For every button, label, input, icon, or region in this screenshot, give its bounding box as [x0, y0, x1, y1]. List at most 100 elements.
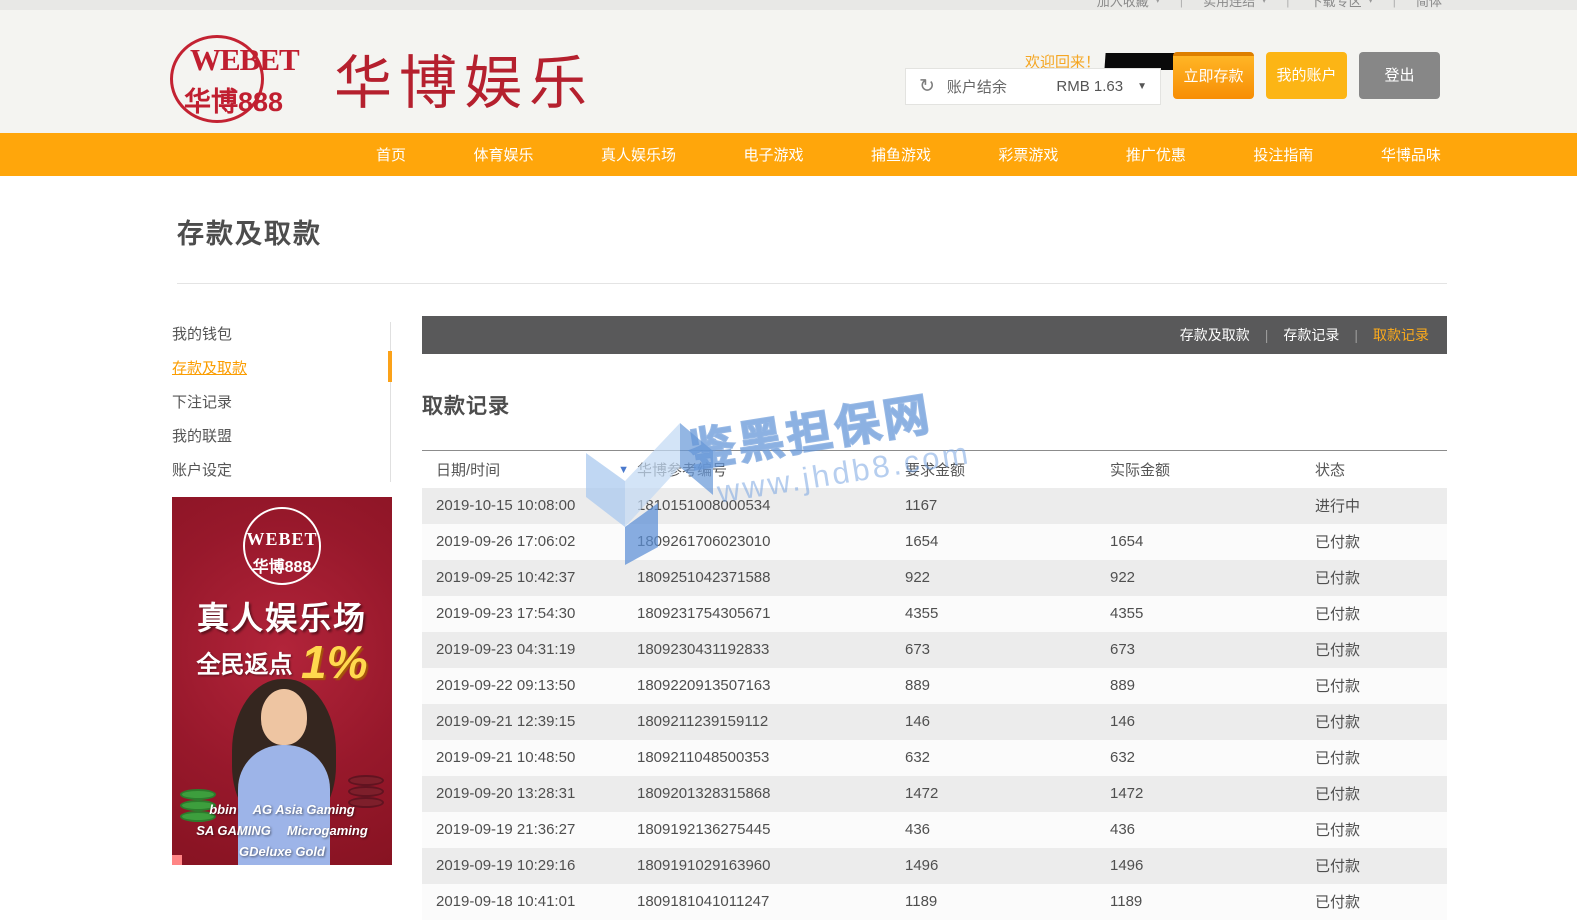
tab-2[interactable]: 存款记录 — [1283, 325, 1339, 345]
logo-brand-text: WEBET — [190, 42, 308, 78]
banner-brand-sub: 华博888 — [172, 553, 392, 577]
table-row: 2019-09-22 09:13:50180922091350716388988… — [422, 668, 1447, 704]
cell-actual-amount: 4355 — [1110, 596, 1315, 632]
cell-status: 已付款 — [1315, 560, 1447, 596]
poker-chip — [348, 775, 384, 786]
cell-actual-amount: 1472 — [1110, 776, 1315, 812]
cell-requested-amount: 4355 — [905, 596, 1110, 632]
banner-percent: 1% — [301, 636, 367, 688]
cell-datetime: 2019-09-26 17:06:02 — [422, 524, 637, 560]
table-row: 2019-09-18 10:41:01180918104101124711891… — [422, 884, 1447, 920]
topbar-link-4[interactable]: 简体 — [1416, 0, 1442, 10]
nav-item-8[interactable]: 投注指南 — [1247, 144, 1319, 165]
chevron-down-icon: ▾ — [1369, 0, 1373, 5]
cell-status: 已付款 — [1315, 740, 1447, 776]
table-row: 2019-09-21 12:39:15180921123915911214614… — [422, 704, 1447, 740]
tab-3[interactable]: 取款记录 — [1373, 325, 1429, 345]
topbar-link-3[interactable]: 下载专区▾ — [1310, 0, 1373, 10]
my-account-button[interactable]: 我的账户 — [1266, 52, 1347, 99]
nav-item-7[interactable]: 推广优惠 — [1120, 144, 1192, 165]
cell-datetime: 2019-09-22 09:13:50 — [422, 668, 637, 704]
nav-item-4[interactable]: 电子游戏 — [737, 144, 809, 165]
banner-rebate-text: 全民返点 — [197, 652, 293, 679]
banner-model-face — [261, 689, 307, 745]
nav-item-1[interactable]: 首页 — [370, 144, 412, 165]
tab-separator: | — [1265, 327, 1269, 343]
cell-datetime: 2019-09-25 10:42:37 — [422, 560, 637, 596]
col-header-1[interactable]: 日期/时间▼ — [422, 451, 637, 488]
cell-actual-amount: 1189 — [1110, 884, 1315, 920]
nav-item-5[interactable]: 捕鱼游戏 — [865, 144, 937, 165]
cell-actual-amount: 1496 — [1110, 848, 1315, 884]
sidebar-item-2[interactable]: 存款及取款 — [172, 352, 388, 386]
promo-banner[interactable]: WEBET 华博888 真人娱乐场 全民返点 1% bbinAG Asia Ga… — [172, 497, 392, 865]
cell-reference-no: 1809230431192833 — [637, 632, 905, 668]
cell-datetime: 2019-09-21 12:39:15 — [422, 704, 637, 740]
sidebar-item-1[interactable]: 我的钱包 — [172, 318, 388, 352]
cell-actual-amount: 889 — [1110, 668, 1315, 704]
sidebar-item-4[interactable]: 我的联盟 — [172, 420, 388, 454]
nav-item-9[interactable]: 华博品味 — [1375, 144, 1447, 165]
cell-requested-amount: 146 — [905, 704, 1110, 740]
poker-chip — [348, 786, 384, 797]
site-name: 华博娱乐 — [334, 36, 594, 120]
sidebar-item-3[interactable]: 下注记录 — [172, 386, 388, 420]
cell-reference-no: 1809261706023010 — [637, 524, 905, 560]
table-header-row: 日期/时间▼华博参考编号要求金额实际金额状态 — [422, 451, 1447, 488]
account-balance-widget[interactable]: ↻ 账户结余 RMB 1.63 ▼ — [905, 68, 1161, 105]
provider-logo-4: Microgaming — [287, 823, 368, 838]
cell-status: 已付款 — [1315, 884, 1447, 920]
cell-requested-amount: 922 — [905, 560, 1110, 596]
cell-requested-amount: 1472 — [905, 776, 1110, 812]
cell-requested-amount: 673 — [905, 632, 1110, 668]
cell-requested-amount: 1496 — [905, 848, 1110, 884]
nav-item-6[interactable]: 彩票游戏 — [992, 144, 1064, 165]
nav-item-3[interactable]: 真人娱乐场 — [595, 144, 682, 165]
cell-datetime: 2019-10-15 10:08:00 — [422, 488, 637, 524]
table-row: 2019-09-25 10:42:37180925104237158892292… — [422, 560, 1447, 596]
nav-item-2[interactable]: 体育娱乐 — [467, 144, 539, 165]
cell-reference-no: 1809251042371588 — [637, 560, 905, 596]
cell-actual-amount: 632 — [1110, 740, 1315, 776]
cell-requested-amount: 889 — [905, 668, 1110, 704]
cell-status: 已付款 — [1315, 524, 1447, 560]
topbar-link-2[interactable]: 实用连结▾ — [1203, 0, 1266, 10]
cell-reference-no: 1810151008000534 — [637, 488, 905, 524]
site-logo[interactable]: WEBET 华博888 华博娱乐 — [170, 30, 594, 126]
col-header-4[interactable]: 实际金额 — [1110, 451, 1315, 488]
table-row: 2019-09-21 10:48:50180921104850035363263… — [422, 740, 1447, 776]
refresh-balance-icon[interactable]: ↻ — [919, 75, 935, 98]
col-header-3[interactable]: 要求金额 — [905, 451, 1110, 488]
page-title: 存款及取款 — [177, 212, 322, 251]
col-header-5[interactable]: 状态 — [1315, 451, 1447, 488]
cell-status: 已付款 — [1315, 812, 1447, 848]
cell-reference-no: 1809220913507163 — [637, 668, 905, 704]
cell-status: 已付款 — [1315, 668, 1447, 704]
topbar-link-1[interactable]: 加入收藏▾ — [1097, 0, 1160, 10]
logout-button[interactable]: 登出 — [1359, 52, 1440, 99]
tab-1[interactable]: 存款及取款 — [1180, 325, 1250, 345]
balance-dropdown-icon[interactable]: ▼ — [1137, 81, 1147, 92]
cell-actual-amount: 1654 — [1110, 524, 1315, 560]
table-row: 2019-09-26 17:06:02180926170602301016541… — [422, 524, 1447, 560]
col-header-2[interactable]: 华博参考编号 — [637, 451, 905, 488]
deposit-now-button[interactable]: 立即存款 — [1173, 52, 1254, 99]
cell-status: 已付款 — [1315, 848, 1447, 884]
cell-actual-amount — [1110, 488, 1315, 524]
header: WEBET 华博888 华博娱乐 欢迎回来！ ↻ 账户结余 RMB 1.63 ▼… — [0, 10, 1577, 133]
cell-reference-no: 1809211048500353 — [637, 740, 905, 776]
provider-logo-2: AG Asia Gaming — [253, 802, 355, 817]
table-row: 2019-10-15 10:08:0018101510080005341167进… — [422, 488, 1447, 524]
topbar-separator: | — [1286, 0, 1289, 8]
cell-requested-amount: 1654 — [905, 524, 1110, 560]
cell-status: 进行中 — [1315, 488, 1447, 524]
sidebar-item-5[interactable]: 账户设定 — [172, 454, 388, 488]
cell-status: 已付款 — [1315, 704, 1447, 740]
cell-reference-no: 1809201328315868 — [637, 776, 905, 812]
table-row: 2019-09-20 13:28:31180920132831586814721… — [422, 776, 1447, 812]
sort-descending-icon[interactable]: ▼ — [618, 464, 629, 476]
table-row: 2019-09-23 17:54:30180923175430567143554… — [422, 596, 1447, 632]
cell-reference-no: 1809211239159112 — [637, 704, 905, 740]
topbar-separator: | — [1393, 0, 1396, 8]
provider-logo-3: SA GAMING — [196, 823, 271, 838]
